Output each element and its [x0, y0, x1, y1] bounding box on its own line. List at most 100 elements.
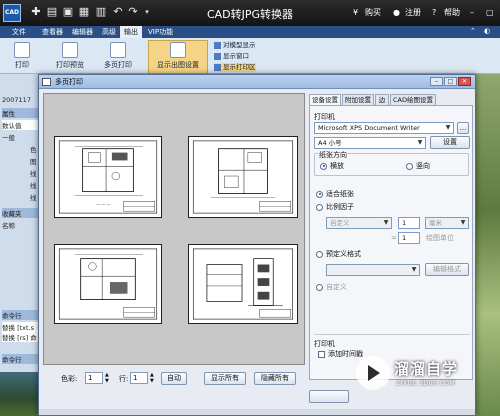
watermark: 溜溜自学 ZIXUE.3D66.COM: [356, 352, 468, 396]
preset-format-radio[interactable]: 预定义格式: [316, 250, 361, 259]
properties-header: 属性: [2, 108, 40, 118]
dialog-bottom-bar: [39, 409, 475, 415]
edit-format-button[interactable]: 编辑格式: [425, 263, 469, 276]
menu-editor[interactable]: 编辑器: [68, 26, 97, 38]
save-as-icon[interactable]: ▦: [78, 6, 90, 18]
watermark-title: 溜溜自学: [394, 360, 459, 378]
tab-margins[interactable]: 边: [375, 94, 389, 105]
dialog-title-bar: 多页打印 – □ ✕: [39, 75, 475, 89]
print-preview-button[interactable]: 打印预览: [52, 40, 88, 72]
floor-plan-drawing-3: [58, 248, 158, 320]
multi-page-print-button[interactable]: 多页打印: [100, 40, 136, 72]
maximize-icon[interactable]: ▢: [486, 7, 494, 19]
show-model-button[interactable]: 对模型显示: [214, 41, 256, 50]
register-link[interactable]: 注册: [405, 7, 421, 19]
print-button[interactable]: 打印: [10, 40, 34, 72]
unit-select[interactable]: 毫米 ▼: [425, 217, 469, 229]
elevation-drawing-4: [192, 248, 294, 320]
open-icon[interactable]: ▤: [46, 6, 58, 18]
customize-arrow-icon[interactable]: ▾: [141, 6, 153, 18]
printer-browse-button[interactable]: ...: [457, 122, 469, 134]
menu-bar: 文件 查看器 编辑器 高级 输出 VIP功能 ⌃ ◐: [0, 26, 500, 38]
radio-selected-icon: [316, 190, 323, 198]
menu-vip[interactable]: VIP功能: [144, 26, 177, 38]
redo-icon[interactable]: ↷: [127, 6, 139, 18]
buy-link[interactable]: 购买: [365, 7, 381, 19]
show-all-button[interactable]: 显示所有: [204, 372, 246, 385]
left-panel: 2007117 属性 数认值 一般 色 图 线 线 线 收藏夹 名称 命令行 替…: [0, 74, 40, 416]
dialog-title: 多页打印: [55, 78, 83, 86]
menu-output[interactable]: 输出: [120, 26, 142, 38]
help-link[interactable]: 帮助: [444, 7, 460, 19]
app-logo-icon: CAD: [3, 4, 21, 22]
user-icon[interactable]: ●: [393, 7, 400, 19]
show-print-area-button[interactable]: 显示打印区: [214, 63, 256, 72]
show-window-button[interactable]: 显示窗口: [214, 52, 249, 61]
background-photo: [0, 372, 40, 416]
general-section[interactable]: 一般: [2, 132, 40, 142]
save-icon[interactable]: ▣: [62, 6, 74, 18]
printer-select[interactable]: Microsoft XPS Document Writer ▼: [314, 122, 454, 134]
menu-viewer[interactable]: 查看器: [38, 26, 67, 38]
fit-paper-radio[interactable]: 适合纸张: [316, 190, 354, 199]
row-spinner[interactable]: 1: [130, 372, 148, 384]
command-history-2: 替换 [rs] 命: [2, 332, 40, 342]
orientation-label: 纸张方向: [318, 150, 348, 160]
chevron-down-icon: ▼: [411, 266, 417, 273]
paper-size-select[interactable]: A4 小号 ▼: [314, 137, 426, 149]
row-label: 行:: [119, 375, 129, 383]
tab-extra-settings[interactable]: 附加设置: [342, 94, 374, 105]
default-combo[interactable]: 数认值: [2, 120, 40, 130]
auto-button[interactable]: 自动: [161, 372, 187, 385]
style-icon[interactable]: ◐: [484, 27, 494, 37]
portrait-radio[interactable]: 竖向: [406, 162, 430, 171]
command-line-label: 命令行: [2, 354, 40, 364]
landscape-radio[interactable]: 横放: [320, 162, 344, 171]
preview-page-4[interactable]: [188, 244, 298, 324]
name-column: 名称: [2, 222, 15, 230]
scale-factor-radio[interactable]: 比例因子: [316, 203, 354, 212]
new-file-icon[interactable]: ✚: [30, 6, 42, 18]
custom-radio[interactable]: 自定义: [316, 283, 347, 292]
dialog-minimize-icon[interactable]: –: [430, 77, 443, 86]
hide-all-button[interactable]: 隐藏所有: [254, 372, 296, 385]
ribbon-collapse-icon[interactable]: ⌃: [470, 27, 480, 37]
preview-page-3[interactable]: [54, 244, 162, 324]
floor-plan-drawing-1: — — —: [58, 140, 158, 214]
cart-icon[interactable]: ¥: [353, 7, 358, 19]
magnifier-icon: [62, 42, 78, 58]
dialog-maximize-icon[interactable]: □: [444, 77, 457, 86]
radio-icon: [406, 162, 413, 170]
scale-denominator-input[interactable]: 1: [398, 232, 420, 244]
scale-custom-select[interactable]: 自定义 ▼: [326, 217, 392, 229]
minimize-icon[interactable]: –: [470, 7, 474, 19]
radio-icon: [316, 250, 323, 258]
tab-cad-drawing-settings[interactable]: CAD绘图设置: [390, 94, 436, 105]
color-spinner-arrows-icon[interactable]: ▲ ▼: [105, 372, 109, 384]
preset-format-select[interactable]: ▼: [326, 264, 420, 276]
chevron-down-icon: ▼: [445, 124, 451, 131]
favorites-header: 收藏夹: [2, 208, 40, 218]
scale-numerator-input[interactable]: 1: [398, 217, 420, 229]
preview-page-2[interactable]: [188, 136, 298, 218]
dialog-close-icon[interactable]: ✕: [458, 77, 471, 86]
setup-button[interactable]: 设置: [430, 136, 470, 149]
preview-page-1[interactable]: — — —: [54, 136, 162, 218]
drawing-unit-label: 绘图单位: [426, 234, 454, 242]
app-title: CAD转JPG转换器: [206, 8, 294, 21]
print-icon[interactable]: ▥: [95, 6, 107, 18]
row-spinner-arrows-icon[interactable]: ▲ ▼: [150, 372, 154, 384]
plot-settings-button[interactable]: 显示出图设置: [150, 40, 206, 72]
dialog-action-button[interactable]: [309, 390, 349, 403]
help-icon[interactable]: ?: [432, 7, 436, 19]
print-preview-area[interactable]: — — —: [43, 93, 305, 365]
undo-icon[interactable]: ↶: [112, 6, 124, 18]
chevron-down-icon: ▼: [460, 219, 466, 226]
radio-selected-icon: [320, 162, 327, 170]
menu-file[interactable]: 文件: [8, 26, 30, 38]
checkbox-icon: [318, 350, 325, 358]
multi-page-print-label: 多页打印: [104, 61, 132, 69]
color-spinner[interactable]: 1: [85, 372, 103, 384]
file-tab[interactable]: 2007117: [2, 96, 40, 104]
menu-advanced[interactable]: 高级: [98, 26, 120, 38]
